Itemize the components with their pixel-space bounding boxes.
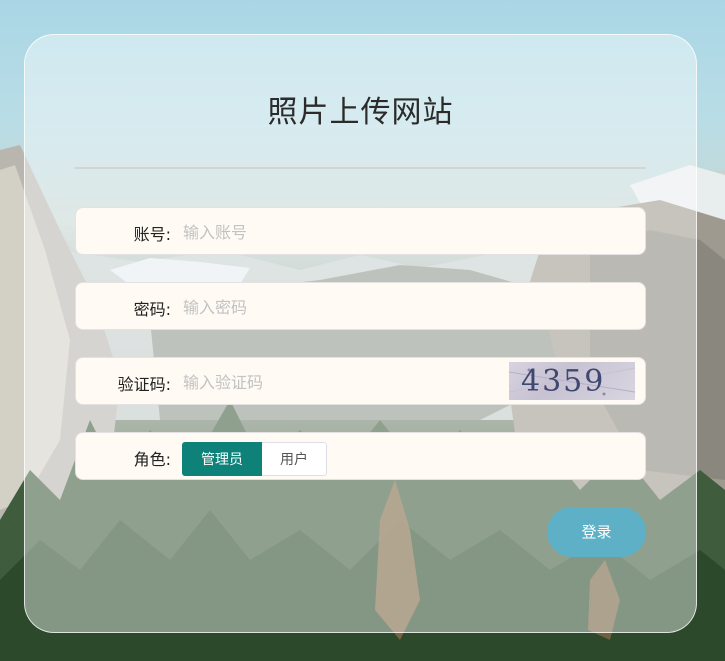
password-row: 密码: [75,282,646,330]
login-card: 照片上传网站 账号: 密码: 验证码: 4359 角色: 管理员 用户 登录 [24,34,697,633]
captcha-text: 4359 [521,364,606,399]
account-row: 账号: [75,207,646,255]
role-option-user[interactable]: 用户 [262,442,327,476]
role-selector: 管理员 用户 [182,442,327,478]
captcha-image[interactable]: 4359 [509,362,635,400]
account-input[interactable] [181,216,505,248]
login-button[interactable]: 登录 [547,507,646,557]
account-label: 账号: [133,225,171,244]
role-row: 角色: 管理员 用户 [75,432,646,480]
role-option-admin[interactable]: 管理员 [182,442,262,476]
password-label: 密码: [133,300,171,319]
role-label: 角色: [133,450,171,469]
password-input[interactable] [181,291,505,323]
captcha-label: 验证码: [117,375,171,394]
captcha-row: 验证码: 4359 [75,357,646,405]
captcha-input[interactable] [181,366,485,398]
title-divider [75,167,646,169]
page-title: 照片上传网站 [267,95,454,130]
